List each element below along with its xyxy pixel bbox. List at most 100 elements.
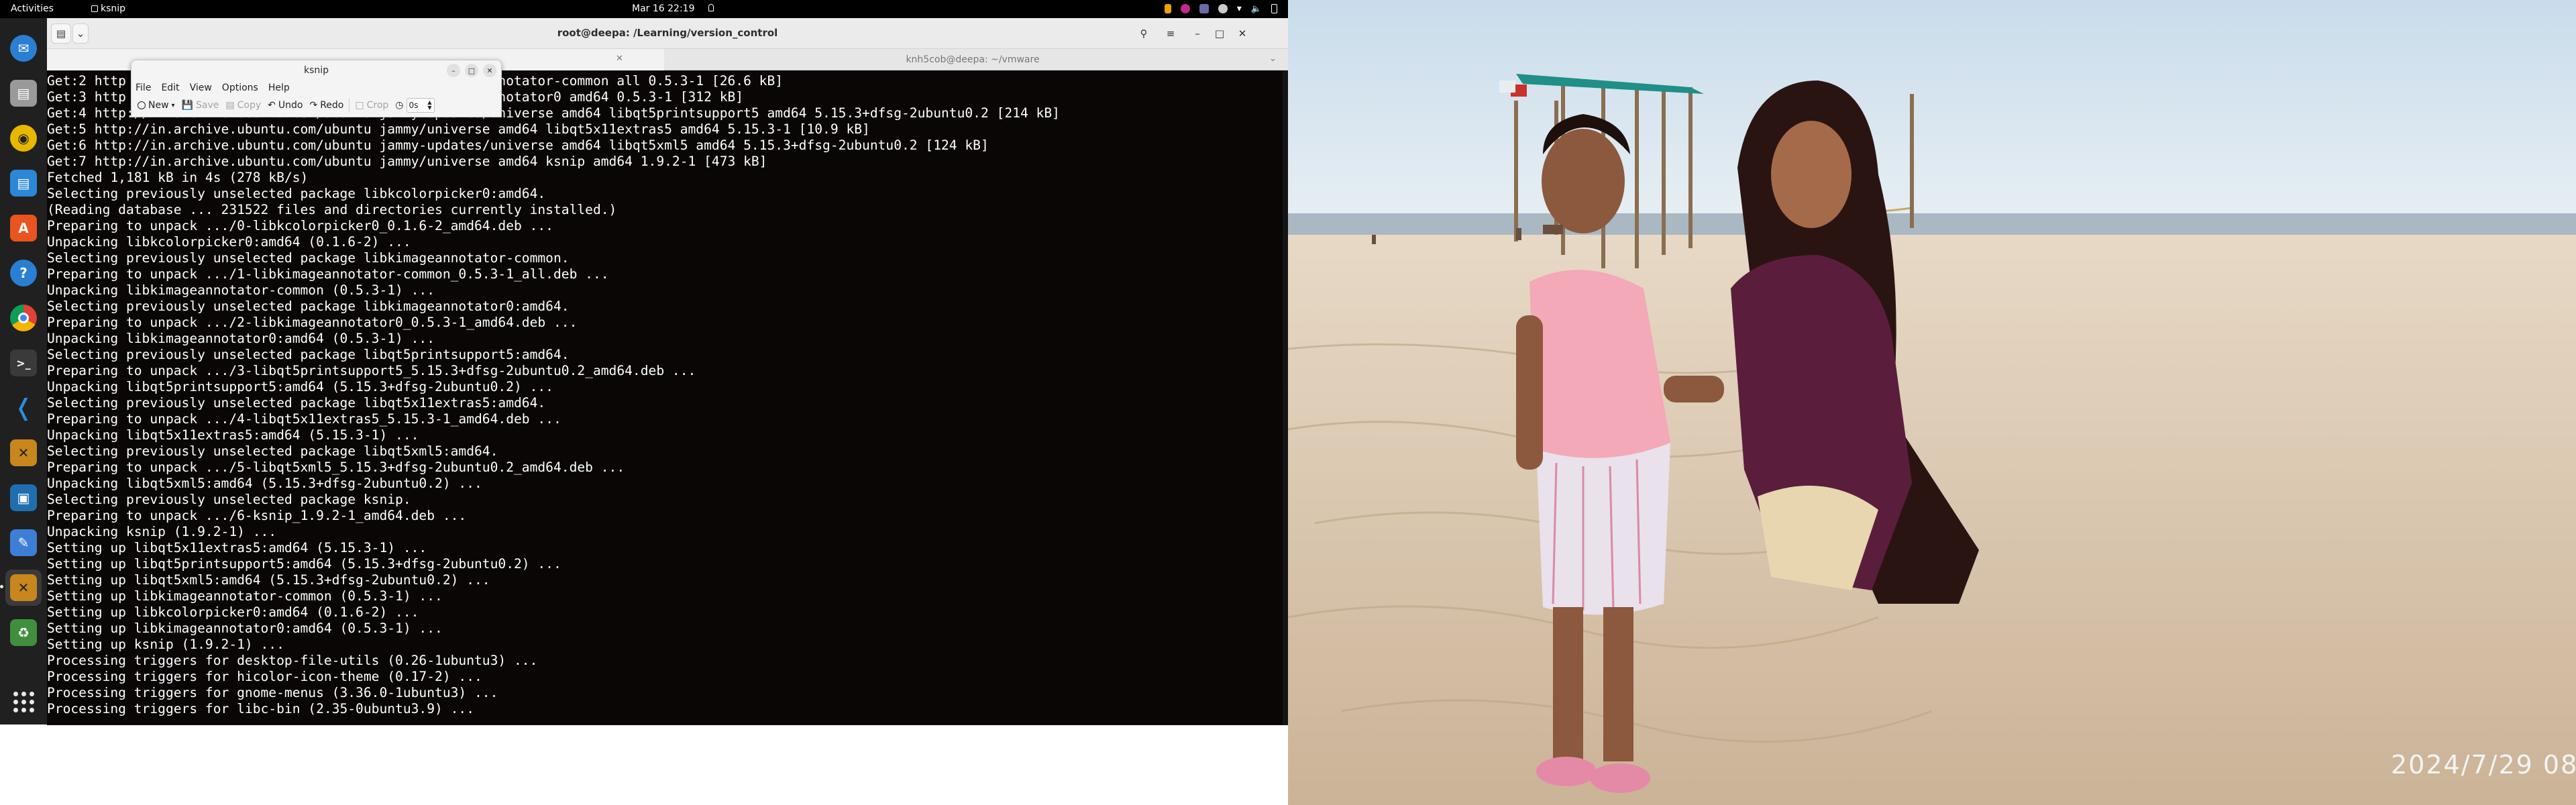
terminal-line: Setting up libkimageannotator-common (0.… (47, 588, 443, 604)
tab-chevron-icon[interactable]: ⌄ (1269, 54, 1277, 64)
new-dropdown-chevron-icon[interactable]: ▾ (172, 102, 175, 109)
terminal-icon[interactable]: >_ (5, 345, 42, 381)
app-menu[interactable]: ksnip (101, 3, 125, 14)
terminal-line: Unpacking libqt5x11extras5:amd64 (5.15.3… (47, 427, 419, 443)
menu-file[interactable]: File (136, 80, 151, 95)
undo-button[interactable]: ↶ Undo (264, 97, 306, 114)
terminal-line: Selecting previously unselected package … (47, 443, 498, 459)
crop-label: Crop (366, 100, 389, 111)
new-tab-button[interactable]: ▤ (51, 23, 71, 44)
terminal-line: Get:6 http://in.archive.ubuntu.com/ubunt… (47, 138, 989, 153)
save-button[interactable]: 💾 Save (178, 97, 223, 114)
clock-icon: ◷ (395, 100, 404, 111)
ksnip-menu-bar: File Edit View Options Help (136, 80, 290, 95)
beach-photo: 2024/7/29 08: (1288, 0, 2576, 805)
terminal-header-bar: ▤ ⌄ root@deepa: /Learning/version_contro… (47, 18, 1288, 49)
tray-dropbox-icon[interactable] (1218, 4, 1228, 13)
dock: ✉ ▤ ◉ ▤ A ? >_ ❬ ✕ ▣ ✎ ✕ ♻ (0, 18, 47, 724)
terminal-line: Unpacking libkimageannotator0:amd64 (0.5… (47, 331, 435, 346)
terminal-line: Unpacking libkcolorpicker0:amd64 (0.1.6-… (47, 234, 411, 250)
battery-icon[interactable] (1271, 4, 1277, 13)
redo-icon: ↷ (309, 100, 318, 111)
terminal-line: Setting up libkimageannotator0:amd64 (0.… (47, 621, 443, 636)
terminal-line: Unpacking libqt5xml5:amd64 (5.15.3+dfsg-… (47, 476, 482, 491)
tab-close-icon[interactable]: ✕ (616, 54, 623, 64)
files-icon[interactable]: ▤ (5, 75, 42, 111)
menu-view[interactable]: View (190, 80, 212, 95)
new-capture-icon (138, 101, 146, 109)
terminal-line: Setting up libqt5printsupport5:amd64 (5.… (47, 556, 561, 572)
terminal-window: ▤ ⌄ root@deepa: /Learning/version_contro… (47, 18, 1288, 743)
delay-spinbox[interactable]: 0s ▲ ▼ (406, 98, 435, 113)
ksnip-toolbar: New ▾ 💾 Save ▤ Copy ↶ Undo ↷ Redo □ Crop… (134, 96, 438, 115)
ksnip-active-icon[interactable]: ✕ (0, 570, 42, 606)
terminal-line: Setting up libqt5x11extras5:amd64 (5.15.… (47, 540, 427, 555)
terminal-line: Selecting previously unselected package … (47, 347, 570, 362)
terminal-line: Selecting previously unselected package … (47, 492, 411, 507)
menu-edit[interactable]: Edit (161, 80, 179, 95)
photo-timestamp: 2024/7/29 08: (2391, 750, 2576, 780)
terminal-line: Fetched 1,181 kB in 4s (278 kB/s) (47, 170, 309, 185)
chrome-icon[interactable] (5, 300, 42, 336)
show-apps-button[interactable] (13, 692, 34, 712)
maximize-icon[interactable]: □ (1212, 25, 1228, 42)
terminal-line: Preparing to unpack .../0-libkcolorpicke… (47, 218, 553, 233)
redo-button[interactable]: ↷ Redo (306, 97, 347, 114)
terminal-output[interactable]: Get:2 http amd64 libkimageannotator-comm… (47, 70, 1288, 743)
new-capture-button[interactable]: New ▾ (134, 97, 178, 114)
ksnip-minimize-icon[interactable]: – (447, 64, 460, 77)
vscode-icon[interactable]: ❬ (5, 390, 42, 426)
crop-icon: □ (355, 100, 364, 111)
terminal-line: Preparing to unpack .../4-libqt5x11extra… (47, 411, 561, 427)
volume-icon[interactable]: 🔈 (1251, 4, 1262, 14)
menu-help[interactable]: Help (268, 80, 290, 95)
wifi-icon[interactable]: ▾ (1237, 3, 1242, 14)
spin-arrows-icon[interactable]: ▲ ▼ (427, 100, 431, 111)
ksnip-close-icon[interactable]: ✕ (483, 64, 496, 77)
terminal-line: Processing triggers for gnome-menus (3.3… (47, 685, 498, 700)
terminal-line: Get:7 http://in.archive.ubuntu.com/ubunt… (47, 154, 767, 169)
terminal-line: Processing triggers for libc-bin (2.35-0… (47, 701, 475, 716)
tray-screenshot-icon[interactable] (1199, 4, 1209, 13)
terminal-line: Get:5 http://in.archive.ubuntu.com/ubunt… (47, 121, 870, 137)
tab-menu-chevron-icon[interactable]: ⌄ (72, 23, 89, 44)
terminal-line: Selecting previously unselected package … (47, 250, 570, 266)
tray-record-icon[interactable] (1180, 4, 1190, 13)
crop-button[interactable]: □ Crop (352, 97, 392, 114)
ksnip-icon[interactable]: ✕ (5, 435, 42, 471)
screenshot-icon[interactable]: ▣ (5, 480, 42, 516)
window-title: root@deepa: /Learning/version_control (557, 27, 778, 39)
minimize-icon[interactable]: – (1189, 25, 1205, 42)
activities-button[interactable]: Activities (11, 3, 54, 14)
search-icon[interactable]: ⚲ (1134, 23, 1154, 44)
rhythmbox-icon[interactable]: ◉ (5, 120, 42, 156)
save-label: Save (196, 100, 219, 111)
trash-icon[interactable]: ♻ (5, 614, 42, 651)
close-icon[interactable]: ✕ (1234, 25, 1250, 42)
software-icon[interactable]: A (5, 210, 42, 246)
terminal-line: Unpacking ksnip (1.9.2-1) ... (47, 524, 277, 539)
thunderbird-icon[interactable]: ✉ (5, 30, 42, 66)
notification-icon (708, 4, 714, 11)
tray-app-icon[interactable] (1164, 4, 1171, 13)
terminal-line: Setting up ksnip (1.9.2-1) ... (47, 637, 284, 652)
terminal-body[interactable]: Get:2 http amd64 libkimageannotator-comm… (47, 70, 1288, 743)
ksnip-maximize-icon[interactable]: □ (465, 64, 478, 77)
new-label: New (148, 100, 169, 111)
menu-options[interactable]: Options (222, 80, 258, 95)
copy-label: Copy (237, 100, 262, 111)
delay-value: 0s (409, 101, 419, 110)
photo-image (1288, 0, 2576, 805)
undo-icon: ↶ (268, 100, 276, 111)
terminal-line: Unpacking libkimageannotator-common (0.5… (47, 282, 435, 298)
terminal-line: (Reading database ... 231522 files and d… (47, 202, 617, 217)
help-icon[interactable]: ? (5, 255, 42, 291)
clock[interactable]: Mar 16 22:19 (632, 3, 694, 14)
tab-vmware[interactable]: knh5cob@deepa: ~/vmware (664, 49, 1281, 70)
writer-icon[interactable]: ▤ (5, 165, 42, 201)
system-tray[interactable]: ▾ 🔈 (1164, 3, 1277, 14)
scrollbar[interactable] (1283, 70, 1288, 743)
copy-button[interactable]: ▤ Copy (222, 97, 264, 114)
text-editor-icon[interactable]: ✎ (5, 525, 42, 561)
hamburger-menu-icon[interactable]: ≡ (1161, 23, 1181, 44)
